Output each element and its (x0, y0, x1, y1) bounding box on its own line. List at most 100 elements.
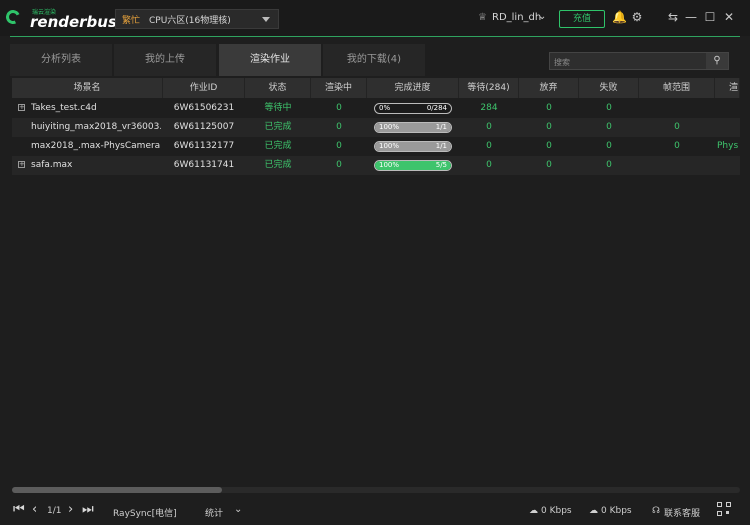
search-icon[interactable]: ⚲ (706, 53, 728, 69)
tab-render-jobs[interactable]: 渲染作业 (219, 44, 321, 76)
minimize-icon[interactable]: — (684, 10, 698, 24)
expand-icon[interactable]: + (18, 104, 25, 111)
abandon-count: 0 (546, 122, 552, 132)
rendering-count: 0 (336, 141, 342, 151)
first-page-icon[interactable]: ⏮ (13, 502, 25, 517)
abandon-count: 0 (546, 141, 552, 151)
col-waiting[interactable]: 等待(284) (459, 78, 519, 98)
extra-column (715, 99, 742, 118)
job-id: 6W61132177 (173, 141, 235, 151)
progress-bar: 0% 0/284 (374, 103, 452, 114)
extra-column (715, 118, 742, 137)
failed-count: 0 (606, 160, 612, 170)
transfer-line[interactable]: RaySync[电信] (113, 506, 177, 519)
table-row[interactable]: + safa.max 6W61131741 已完成 0 100% 5/5 0 0 0 (12, 156, 740, 175)
bell-icon[interactable]: 🔔 (612, 10, 627, 24)
progress-bar: 100% 1/1 (374, 141, 452, 152)
logo-text: renderbus (30, 13, 117, 31)
search-box: ⚲ (549, 52, 729, 71)
waiting-count: 0 (486, 160, 492, 170)
scene-name[interactable]: max2018_.max-PhysCamera.... (31, 137, 161, 156)
table-header: 场景名 作业ID 状态 渲染中 完成进度 等待(284) 放弃 失败 帧范围 渲 (12, 78, 740, 98)
region-name: CPU六区(16物理核) (149, 16, 231, 26)
download-speed: 0 Kbps (601, 506, 632, 516)
abandon-count: 0 (546, 103, 552, 113)
maximize-icon[interactable]: ☐ (703, 10, 717, 24)
progress-count: 1/1 (435, 123, 447, 131)
rendering-count: 0 (336, 103, 342, 113)
tab-my-uploads[interactable]: 我的上传 (114, 44, 216, 76)
table-row[interactable]: + Takes_test.c4d 6W61506231 等待中 0 0% 0/284 284 0… (12, 99, 740, 118)
col-progress[interactable]: 完成进度 (367, 78, 459, 98)
col-failed[interactable]: 失败 (579, 78, 639, 98)
rendering-count: 0 (336, 122, 342, 132)
table-row[interactable]: max2018_.max-PhysCamera.... 6W61132177 已完成… (12, 137, 740, 156)
expand-icon[interactable]: + (18, 161, 25, 168)
page-indicator: 1/1 (47, 506, 62, 516)
search-input[interactable] (550, 53, 706, 71)
upload-speed: 0 Kbps (541, 506, 572, 516)
logo-ring-icon (4, 8, 22, 26)
footer-bar: ⏮ ‹ 1/1 › ⏭ RaySync[电信] 统计 ⌄ ☁ 0 Kbps ☁ … (0, 498, 750, 525)
next-page-icon[interactable]: › (68, 502, 73, 517)
qr-code-icon[interactable] (717, 502, 731, 516)
job-status: 已完成 (264, 122, 292, 132)
user-name[interactable]: RD_lin_dh (492, 12, 541, 23)
region-select[interactable]: 繁忙 CPU六区(16物理核) (115, 9, 279, 29)
scene-name[interactable]: safa.max (31, 156, 161, 175)
scene-name[interactable]: huiyiting_max2018_vr36003.... (31, 118, 161, 137)
sync-icon[interactable]: ⇆ (666, 10, 680, 24)
col-scene-name[interactable]: 场景名 (12, 78, 163, 98)
user-chevron-down-icon[interactable]: ⌄ (538, 11, 546, 22)
progress-percent: 100% (379, 123, 400, 131)
col-extra[interactable]: 渲 (715, 78, 740, 98)
col-status[interactable]: 状态 (245, 78, 311, 98)
frame-range (639, 99, 715, 118)
col-job-id[interactable]: 作业ID (163, 78, 245, 98)
failed-count: 0 (606, 122, 612, 132)
stats-label[interactable]: 统计 (205, 506, 223, 519)
col-rendering[interactable]: 渲染中 (311, 78, 367, 98)
job-id: 6W61131741 (173, 160, 235, 170)
progress-bar: 100% 1/1 (374, 122, 452, 133)
scrollbar-thumb[interactable] (12, 487, 222, 493)
gear-icon[interactable]: ⚙ (630, 10, 644, 24)
abandon-count: 0 (546, 160, 552, 170)
topup-button[interactable]: 充值 (559, 10, 605, 28)
header-divider (10, 36, 740, 37)
horizontal-scrollbar[interactable] (12, 487, 740, 493)
crown-icon: ♕ (478, 12, 487, 23)
title-bar: 瑞云渲染 renderbus 繁忙 CPU六区(16物理核) ♕ RD_lin_… (0, 0, 750, 36)
frame-range (639, 156, 715, 175)
chevron-down-icon (262, 17, 270, 22)
extra-column (715, 156, 742, 175)
waiting-count: 284 (480, 103, 498, 113)
progress-percent: 100% (379, 142, 400, 150)
table-row[interactable]: huiyiting_max2018_vr36003.... 6W61125007 已… (12, 118, 740, 137)
contact-support[interactable]: 联系客服 (664, 506, 700, 519)
col-abandon[interactable]: 放弃 (519, 78, 579, 98)
progress-count: 0/284 (426, 104, 447, 112)
failed-count: 0 (606, 103, 612, 113)
upload-speed-icon: ☁ (529, 506, 538, 516)
job-status: 等待中 (264, 103, 292, 113)
job-status: 已完成 (264, 160, 292, 170)
app-logo: 瑞云渲染 renderbus (4, 7, 117, 31)
headset-icon: ☊ (652, 506, 660, 516)
prev-page-icon[interactable]: ‹ (32, 502, 37, 517)
job-id: 6W61125007 (173, 122, 235, 132)
job-id: 6W61506231 (173, 103, 235, 113)
tab-my-downloads[interactable]: 我的下载(4) (323, 44, 425, 76)
rendering-count: 0 (336, 160, 342, 170)
tab-analysis-list[interactable]: 分析列表 (10, 44, 112, 76)
col-frame-range[interactable]: 帧范围 (639, 78, 715, 98)
progress-count: 5/5 (435, 161, 447, 169)
last-page-icon[interactable]: ⏭ (82, 502, 94, 517)
download-speed-icon: ☁ (589, 506, 598, 516)
stats-chevron-down-icon[interactable]: ⌄ (234, 504, 242, 515)
scene-name[interactable]: Takes_test.c4d (31, 99, 161, 118)
frame-range: 0 (674, 122, 680, 132)
close-icon[interactable]: ✕ (722, 10, 736, 24)
frame-range: 0 (674, 141, 680, 151)
job-status: 已完成 (264, 141, 292, 151)
